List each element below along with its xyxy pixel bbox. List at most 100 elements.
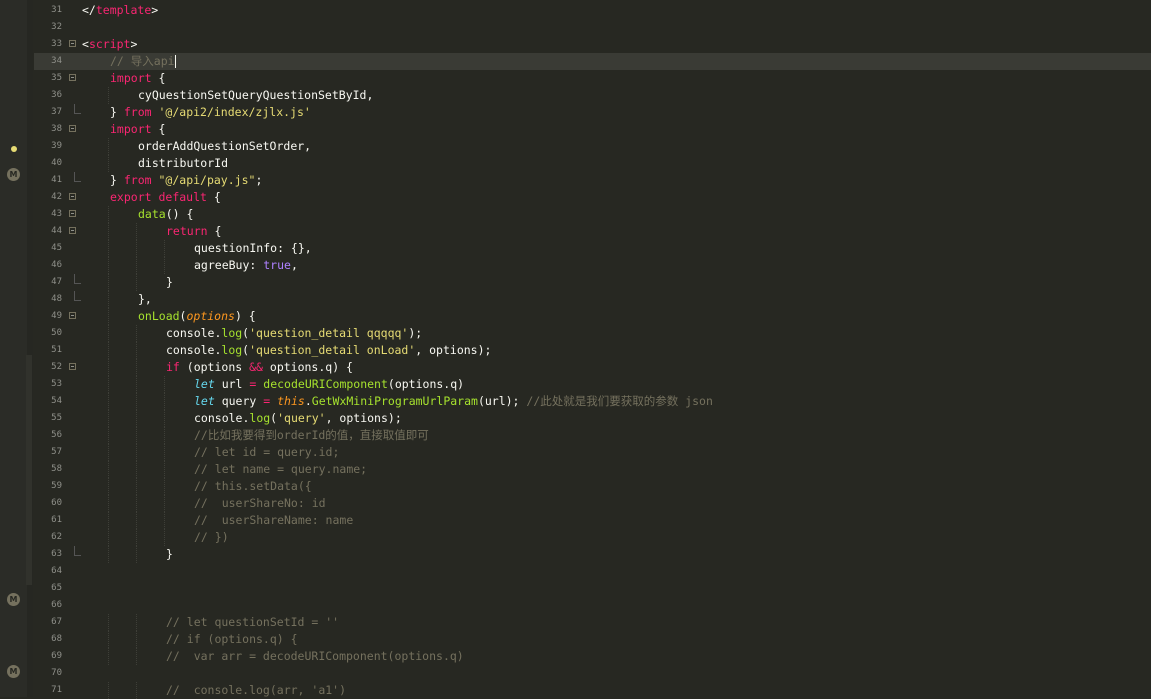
code-line[interactable]: 33 <script> xyxy=(34,36,1151,53)
code-line[interactable]: 65 xyxy=(34,580,1151,597)
code-line[interactable]: 51 console.log('question_detail onLoad', … xyxy=(34,342,1151,359)
code-line[interactable]: 64 xyxy=(34,563,1151,580)
code-line[interactable]: 55 console.log('query', options); xyxy=(34,410,1151,427)
code-line[interactable]: 31 </template> xyxy=(34,2,1151,19)
code-line[interactable]: 59 // this.setData({ xyxy=(34,478,1151,495)
code-text[interactable]: } from "@/api/pay.js"; xyxy=(110,172,262,189)
code-text[interactable]: if (options && options.q) { xyxy=(166,359,353,376)
code-text[interactable]: let query = this.GetWxMiniProgramUrlPara… xyxy=(194,393,713,410)
code-text[interactable]: return { xyxy=(166,223,221,240)
indent-guide xyxy=(164,512,165,529)
code-line[interactable]: 48}, xyxy=(34,291,1151,308)
code-text[interactable]: </template> xyxy=(82,2,158,19)
modified-badge-icon[interactable]: M xyxy=(7,168,20,181)
fold-toggle-icon[interactable] xyxy=(69,227,76,234)
code-line[interactable]: 42 export default { xyxy=(34,189,1151,206)
code-text[interactable]: console.log('query', options); xyxy=(194,410,402,427)
code-text[interactable]: console.log('question_detail qqqqq'); xyxy=(166,325,422,342)
code-line[interactable]: 46 agreeBuy: true, xyxy=(34,257,1151,274)
code-line[interactable]: 52 if (options && options.q) { xyxy=(34,359,1151,376)
code-text[interactable]: //比如我要得到orderId的值，直接取值即可 xyxy=(194,427,429,444)
code-line[interactable]: 32 xyxy=(34,19,1151,36)
code-text[interactable]: // userShareName: name xyxy=(194,512,353,529)
code-text[interactable]: // if (options.q) { xyxy=(166,631,298,648)
code-line[interactable]: 67 // let questionSetId = '' xyxy=(34,614,1151,631)
code-token: // console.log(arr, 'a1') xyxy=(166,683,347,697)
code-line[interactable]: 50 console.log('question_detail qqqqq'); xyxy=(34,325,1151,342)
code-line[interactable]: 39 orderAddQuestionSetOrder, xyxy=(34,138,1151,155)
indent-guide xyxy=(164,478,165,495)
code-text[interactable]: // let name = query.name; xyxy=(194,461,367,478)
code-line[interactable]: 68 // if (options.q) { xyxy=(34,631,1151,648)
code-line[interactable]: 69 // var arr = decodeURIComponent(option… xyxy=(34,648,1151,665)
code-line[interactable]: 57 // let id = query.id; xyxy=(34,444,1151,461)
code-line[interactable]: 54 let query = this.GetWxMiniProgramUrlPa… xyxy=(34,393,1151,410)
fold-toggle-icon[interactable] xyxy=(69,74,76,81)
code-text[interactable]: // let id = query.id; xyxy=(194,444,339,461)
code-text[interactable]: } xyxy=(166,546,173,563)
indent-guide xyxy=(108,529,109,546)
indent-guide xyxy=(108,614,109,631)
code-text[interactable]: agreeBuy: true, xyxy=(194,257,298,274)
code-line[interactable]: 37} from '@/api2/index/zjlx.js' xyxy=(34,104,1151,121)
fold-toggle-icon[interactable] xyxy=(69,312,76,319)
code-text[interactable]: // userShareNo: id xyxy=(194,495,326,512)
code-line[interactable]: 34 // 导入api xyxy=(34,53,1151,70)
code-text[interactable]: data() { xyxy=(138,206,193,223)
code-line[interactable]: 53 let url = decodeURIComponent(options.q… xyxy=(34,376,1151,393)
code-line[interactable]: 36 cyQuestionSetQueryQuestionSetById, xyxy=(34,87,1151,104)
code-text[interactable]: // 导入api xyxy=(110,53,176,70)
modified-badge-icon[interactable]: M xyxy=(7,665,20,678)
code-text[interactable]: <script> xyxy=(82,36,137,53)
code-text[interactable]: } xyxy=(166,274,173,291)
code-line[interactable]: 70 xyxy=(34,665,1151,682)
code-text[interactable]: // }) xyxy=(194,529,229,546)
code-text[interactable]: // console.log(arr, 'a1') xyxy=(166,682,346,699)
code-line[interactable]: 41} from "@/api/pay.js"; xyxy=(34,172,1151,189)
code-text[interactable]: }, xyxy=(138,291,152,308)
code-text[interactable]: console.log('question_detail onLoad', op… xyxy=(166,342,491,359)
code-text[interactable]: export default { xyxy=(110,189,221,206)
code-line[interactable]: 45 questionInfo: {}, xyxy=(34,240,1151,257)
indent-guide xyxy=(136,478,137,495)
code-line[interactable]: 66 xyxy=(34,597,1151,614)
code-text[interactable]: onLoad(options) { xyxy=(138,308,256,325)
fold-toggle-icon[interactable] xyxy=(69,363,76,370)
code-token: log xyxy=(249,411,271,425)
code-line[interactable]: 43 data() { xyxy=(34,206,1151,223)
code-line[interactable]: 60 // userShareNo: id xyxy=(34,495,1151,512)
code-line[interactable]: 56 //比如我要得到orderId的值，直接取值即可 xyxy=(34,427,1151,444)
code-line[interactable]: 71 // console.log(arr, 'a1') xyxy=(34,682,1151,699)
fold-toggle-icon[interactable] xyxy=(69,125,76,132)
modified-badge-icon[interactable]: M xyxy=(7,593,20,606)
fold-toggle-icon[interactable] xyxy=(69,40,76,47)
code-line[interactable]: 35 import { xyxy=(34,70,1151,87)
code-token: '@/api2/index/zjlx.js' xyxy=(158,105,311,119)
code-text[interactable]: distributorId xyxy=(138,155,228,172)
code-line[interactable]: 62 // }) xyxy=(34,529,1151,546)
code-text[interactable]: // this.setData({ xyxy=(194,478,312,495)
code-token: onLoad xyxy=(138,309,180,323)
code-line[interactable]: 49 onLoad(options) { xyxy=(34,308,1151,325)
code-text[interactable]: let url = decodeURIComponent(options.q) xyxy=(194,376,464,393)
code-text[interactable]: // var arr = decodeURIComponent(options.… xyxy=(166,648,464,665)
code-text[interactable]: orderAddQuestionSetOrder, xyxy=(138,138,311,155)
code-line[interactable]: 58 // let name = query.name; xyxy=(34,461,1151,478)
code-text[interactable]: questionInfo: {}, xyxy=(194,240,312,257)
code-line[interactable]: 47} xyxy=(34,274,1151,291)
indent-guide xyxy=(136,682,137,699)
code-line[interactable]: 38 import { xyxy=(34,121,1151,138)
code-line[interactable]: 63} xyxy=(34,546,1151,563)
code-text[interactable]: } from '@/api2/index/zjlx.js' xyxy=(110,104,311,121)
code-line[interactable]: 40 distributorId xyxy=(34,155,1151,172)
code-text[interactable]: // let questionSetId = '' xyxy=(166,614,339,631)
code-text[interactable]: import { xyxy=(110,121,165,138)
code-line[interactable]: 61 // userShareName: name xyxy=(34,512,1151,529)
fold-toggle-icon[interactable] xyxy=(69,210,76,217)
sidebar-scrollbar[interactable] xyxy=(26,355,32,585)
code-text[interactable]: cyQuestionSetQueryQuestionSetById, xyxy=(138,87,373,104)
code-text[interactable]: import { xyxy=(110,70,165,87)
code-editor[interactable]: 31 </template> 32 33 <script> 34// 导入api 35 imp… xyxy=(34,0,1151,699)
fold-toggle-icon[interactable] xyxy=(69,193,76,200)
code-line[interactable]: 44 return { xyxy=(34,223,1151,240)
